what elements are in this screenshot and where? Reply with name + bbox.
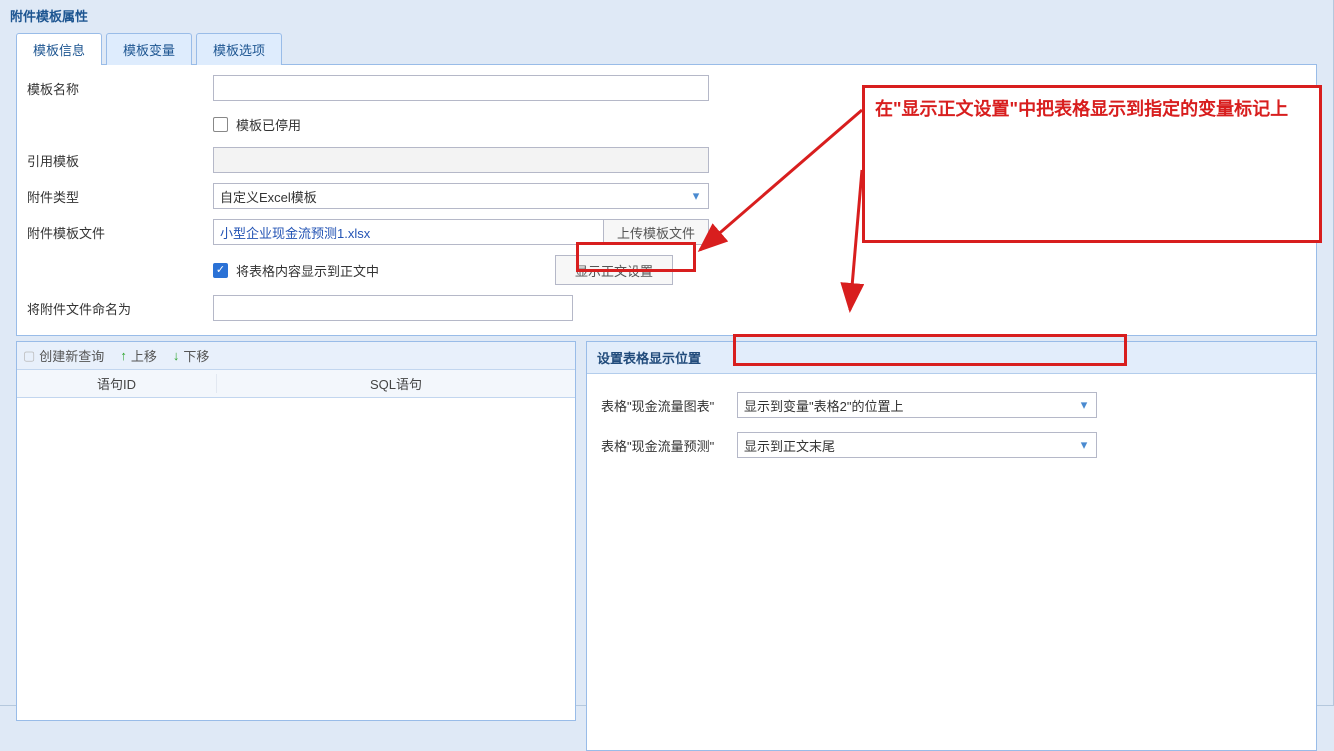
attachment-template-panel: 附件模板属性 模板信息 模板变量 模板选项 模板名称 模板已停用 引用模板 附件… xyxy=(0,0,1334,706)
select-table-forecast-position[interactable]: 显示到正文末尾 ▾ xyxy=(737,432,1097,458)
select-table-chart-position[interactable]: 显示到变量"表格2"的位置上 ▾ xyxy=(737,392,1097,418)
chevron-down-icon: ▾ xyxy=(1076,397,1092,413)
select-table-forecast-value: 显示到正文末尾 xyxy=(744,436,835,455)
new-query-label: 创建新查询 xyxy=(39,346,104,365)
label-template-file: 附件模板文件 xyxy=(23,223,213,242)
label-template-name: 模板名称 xyxy=(23,79,213,98)
label-show-in-body: 将表格内容显示到正文中 xyxy=(236,261,379,280)
tab-template-vars[interactable]: 模板变量 xyxy=(106,33,192,65)
input-rename-file[interactable] xyxy=(213,295,573,321)
annotation-note: 在"显示正文设置"中把表格显示到指定的变量标记上 xyxy=(862,85,1322,243)
label-disabled: 模板已停用 xyxy=(236,115,301,134)
tab-bar: 模板信息 模板变量 模板选项 xyxy=(16,33,1333,65)
label-table-chart: 表格"现金流量图表" xyxy=(601,396,737,415)
arrow-up-icon: ↑ xyxy=(120,348,127,363)
tab-template-info[interactable]: 模板信息 xyxy=(16,33,102,65)
label-rename-file: 将附件文件命名为 xyxy=(23,299,213,318)
new-query-button[interactable]: ▢ 创建新查询 xyxy=(23,346,104,365)
chevron-down-icon: ▾ xyxy=(688,188,704,204)
move-down-label: 下移 xyxy=(183,346,209,365)
move-up-button[interactable]: ↑ 上移 xyxy=(120,346,157,365)
checkbox-show-in-body[interactable]: ✓ xyxy=(213,263,228,278)
select-table-chart-value: 显示到变量"表格2"的位置上 xyxy=(744,396,903,415)
panel-title: 附件模板属性 xyxy=(0,0,1333,29)
select-attachment-type-value: 自定义Excel模板 xyxy=(220,187,317,206)
move-up-label: 上移 xyxy=(131,346,157,365)
link-template-file[interactable]: 小型企业现金流预测1.xlsx xyxy=(220,223,370,242)
doc-icon: ▢ xyxy=(23,348,35,364)
grid-toolbar: ▢ 创建新查询 ↑ 上移 ↓ 下移 xyxy=(17,342,575,370)
dialog-title: 设置表格显示位置 xyxy=(587,342,1316,374)
label-ref-template: 引用模板 xyxy=(23,151,213,170)
grid-header: 语句ID SQL语句 xyxy=(17,370,575,398)
input-template-name[interactable] xyxy=(213,75,709,101)
move-down-button[interactable]: ↓ 下移 xyxy=(173,346,210,365)
input-ref-template[interactable] xyxy=(213,147,709,173)
chevron-down-icon: ▾ xyxy=(1076,437,1092,453)
sql-grid-panel: ▢ 创建新查询 ↑ 上移 ↓ 下移 语句ID SQL语句 xyxy=(16,341,576,721)
select-attachment-type[interactable]: 自定义Excel模板 ▾ xyxy=(213,183,709,209)
label-attachment-type: 附件类型 xyxy=(23,187,213,206)
display-settings-button[interactable]: 显示正文设置 xyxy=(555,255,673,285)
col-sql[interactable]: SQL语句 xyxy=(217,374,575,393)
table-position-dialog: 设置表格显示位置 表格"现金流量图表" 显示到变量"表格2"的位置上 ▾ 表格"… xyxy=(586,341,1317,751)
arrow-down-icon: ↓ xyxy=(173,348,180,363)
col-statement-id[interactable]: 语句ID xyxy=(17,374,217,393)
label-table-forecast: 表格"现金流量预测" xyxy=(601,436,737,455)
tab-template-options[interactable]: 模板选项 xyxy=(196,33,282,65)
checkbox-disabled[interactable] xyxy=(213,117,228,132)
upload-template-button[interactable]: 上传模板文件 xyxy=(603,219,709,245)
